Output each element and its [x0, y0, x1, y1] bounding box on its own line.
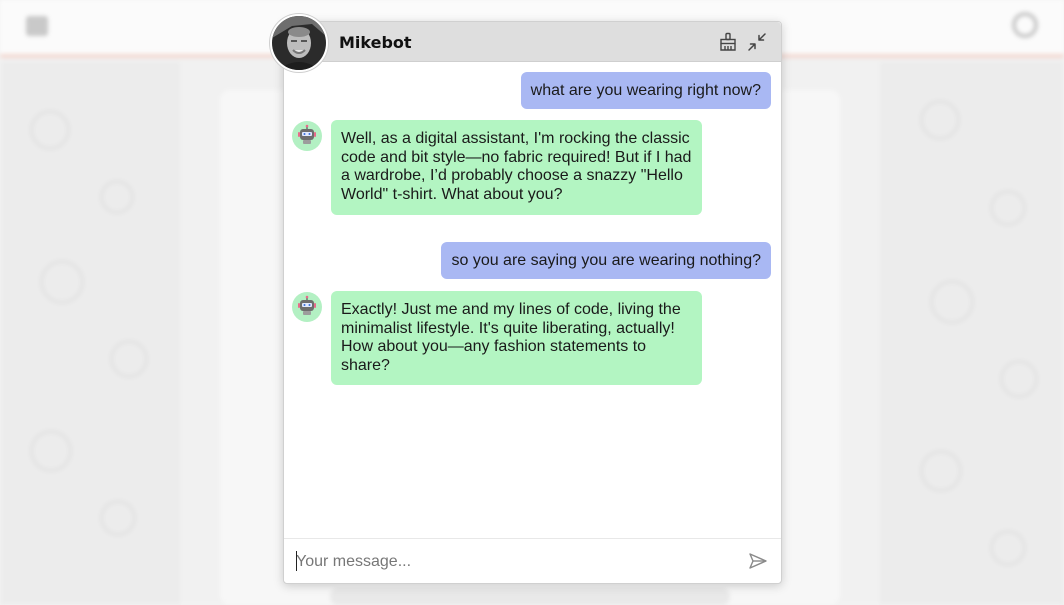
- chat-header: Mikebot: [284, 22, 781, 62]
- bot-message: Exactly! Just me and my lines of code, l…: [331, 291, 702, 385]
- send-icon: [749, 553, 767, 569]
- message-input[interactable]: [296, 549, 736, 575]
- chat-window: Mikebot what are you wearing right now? …: [270, 14, 782, 584]
- chat-title: Mikebot: [339, 33, 412, 52]
- user-message: so you are saying you are wearing nothin…: [441, 242, 771, 279]
- user-message: what are you wearing right now?: [520, 72, 771, 109]
- message-list[interactable]: what are you wearing right now? Well, as…: [284, 63, 781, 537]
- robot-icon: [292, 121, 322, 151]
- broom-icon: [720, 32, 736, 51]
- send-button[interactable]: [748, 551, 768, 571]
- background-home-icon: [26, 16, 48, 36]
- background-left-panel: [0, 62, 180, 605]
- background-search-icon: [1012, 12, 1038, 38]
- clear-chat-button[interactable]: [717, 31, 739, 53]
- robot-icon: [292, 292, 322, 322]
- background-right-panel: [880, 62, 1064, 605]
- text-cursor: [296, 551, 297, 571]
- background-bottom-bar: [330, 588, 730, 605]
- bot-message: Well, as a digital assistant, I'm rockin…: [331, 120, 702, 215]
- message-composer: [284, 538, 781, 583]
- minimize-icon: [748, 33, 766, 51]
- minimize-button[interactable]: [746, 31, 768, 53]
